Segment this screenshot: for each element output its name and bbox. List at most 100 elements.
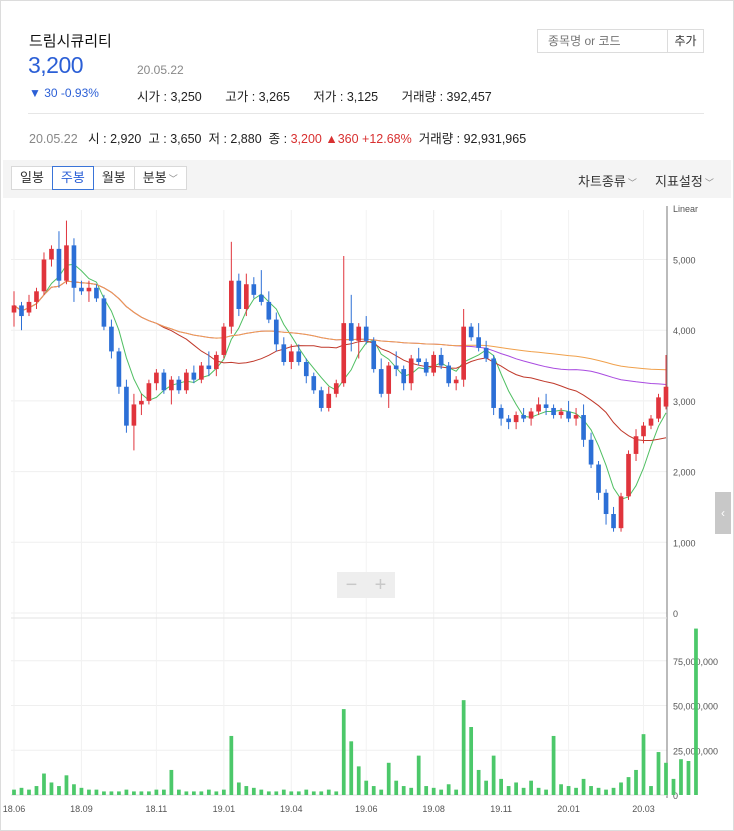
volume-bar [409, 787, 414, 795]
volume-bar [521, 787, 526, 795]
volume-bar [671, 778, 676, 795]
candle-body [483, 347, 489, 359]
candle-body [491, 358, 496, 408]
candle-body [476, 337, 481, 348]
candle-body [618, 496, 624, 529]
volume-bar [169, 769, 174, 795]
candle-body [378, 369, 384, 394]
candle-body [288, 351, 294, 363]
volume-bar [199, 791, 204, 795]
candle-body [536, 404, 541, 412]
candle-body [86, 287, 92, 292]
volume-bar [394, 780, 399, 795]
candle-body [79, 287, 84, 292]
candle-body [206, 365, 212, 370]
volume-bar [364, 780, 369, 795]
candle-body [94, 287, 99, 299]
candle-body [258, 294, 264, 302]
candle-body [229, 280, 234, 327]
volume-bar [206, 789, 211, 795]
volume-bar [49, 782, 54, 795]
volume-bar [626, 777, 631, 795]
volume-bar [326, 789, 331, 795]
volume-bar [596, 787, 601, 795]
volume-bar [132, 791, 136, 795]
volume-bar [72, 784, 76, 795]
candle-body [446, 365, 451, 384]
candle-body [311, 376, 317, 391]
candle-body [41, 259, 47, 292]
volume-bar [64, 775, 69, 795]
candle-body [184, 372, 189, 391]
time-tick-label: 18.11 [145, 804, 167, 814]
volume-bar [229, 735, 234, 795]
volume-bar [281, 789, 286, 795]
volume-bar [244, 786, 249, 795]
tab-weekly[interactable]: 주봉 [51, 166, 94, 190]
candle-body [243, 284, 249, 309]
candle-body [566, 411, 571, 419]
candle-body [626, 453, 631, 497]
candle-body [296, 351, 302, 363]
volume-bar [304, 789, 309, 795]
candle-body [34, 291, 39, 302]
candle-body [19, 305, 24, 317]
candle-body [49, 248, 54, 260]
volume-bar [259, 789, 264, 795]
stock-chart[interactable]: Linear01,0002,0003,0004,0005,000025,000,… [0, 0, 734, 831]
volume-bar [686, 761, 691, 795]
price-tick-label: 3,000 [673, 397, 696, 407]
time-tick-label: 20.01 [557, 804, 580, 814]
volume-bar [649, 786, 653, 795]
candle-body [431, 354, 437, 373]
zoom-in-button[interactable]: + [366, 572, 395, 598]
volume-bar [311, 791, 316, 795]
volume-bar [191, 791, 196, 795]
volume-bar [334, 791, 339, 795]
candle-body [281, 344, 287, 363]
candle-body [11, 305, 17, 313]
candle-body [408, 358, 414, 384]
candle-body [596, 464, 601, 493]
volume-bar [386, 762, 391, 795]
volume-bar [499, 778, 503, 795]
candle-body [423, 362, 429, 373]
side-panel-toggle[interactable]: ‹ [715, 492, 731, 534]
price-tick-label: 4,000 [673, 326, 696, 336]
volume-bar [484, 780, 489, 795]
candle-body [176, 379, 182, 391]
candle-body [468, 326, 474, 338]
volume-bar [664, 762, 668, 795]
scale-label: Linear [673, 204, 698, 214]
candle-body [236, 280, 242, 309]
volume-bar [117, 791, 121, 795]
time-tick-label: 19.08 [422, 804, 445, 814]
volume-bar [289, 791, 294, 795]
candle-body [221, 326, 227, 355]
candle-body [348, 323, 354, 341]
candle-body [513, 415, 519, 423]
volume-bar [604, 789, 608, 795]
zoom-out-button[interactable]: − [337, 572, 366, 598]
volume-bar [469, 727, 474, 795]
volume-bar [139, 791, 144, 795]
candle-body [154, 372, 159, 384]
candle-body [581, 415, 586, 440]
candle-body [461, 326, 466, 380]
volume-bar [109, 791, 114, 795]
candle-body [266, 301, 272, 320]
candle-body [56, 248, 62, 281]
volume-bar [544, 789, 548, 795]
volume-bar [12, 789, 16, 795]
candle-body [371, 340, 377, 370]
volume-bar [379, 789, 384, 795]
volume-bar [431, 787, 436, 795]
candle-body [124, 386, 129, 426]
volume-bar [619, 782, 623, 795]
volume-bar [514, 782, 518, 795]
candle-body [611, 514, 616, 529]
candle-body [558, 411, 564, 416]
volume-bar [506, 786, 511, 795]
candle-body [641, 425, 646, 437]
volume-bar [529, 780, 533, 795]
